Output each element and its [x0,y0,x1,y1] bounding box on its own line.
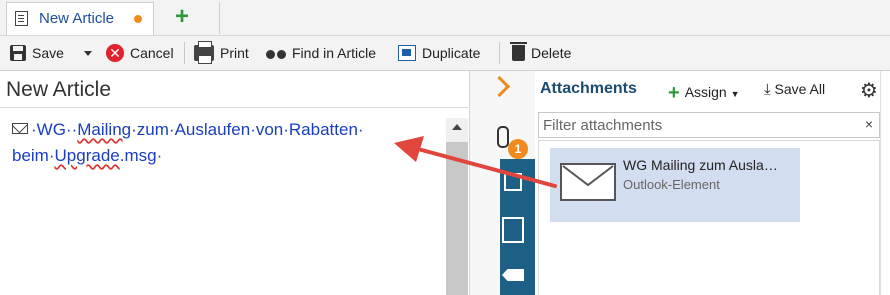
document-icon [15,11,28,26]
toolbar: Save ✕ Cancel Print Find in Article Dupl… [0,36,890,71]
attachments-header: Attachments + Assign ▼ ⤓ Save All ⚙ [534,71,890,111]
attachment-item[interactable]: WG Mailing zum Ausla… Outlook-Element [550,148,800,222]
printer-icon [194,41,214,64]
clear-icon[interactable]: × [865,116,873,132]
filter-attachments-field[interactable]: × [538,112,880,138]
attachment-name: WG Mailing zum Ausla… [623,157,778,173]
side-rail [469,71,535,295]
cancel-icon: ✕ [106,44,124,62]
save-all-label: Save All [774,81,826,97]
binoculars-icon [266,45,286,61]
save-label: Save [32,45,64,61]
article-editor[interactable]: ·WG··Mailing·zum·Auslaufen·von·Rabatten·… [0,108,446,295]
editor-scrollbar[interactable] [446,118,468,295]
rail-tool-strip [500,159,535,295]
mail-icon [12,123,28,134]
find-label: Find in Article [292,45,377,61]
find-in-article-button[interactable]: Find in Article [266,36,376,70]
delete-label: Delete [531,45,572,61]
duplicate-label: Duplicate [422,45,481,61]
toolbar-divider [499,42,500,64]
attachments-title: Attachments [540,80,637,97]
save-all-button[interactable]: ⤓ Save All [764,81,825,98]
cancel-button[interactable]: ✕ Cancel [106,36,174,70]
save-button[interactable]: Save [10,36,64,70]
image-icon[interactable] [504,173,522,191]
download-icon: ⤓ [764,81,771,98]
unsaved-indicator [134,15,142,23]
delete-button[interactable]: Delete [510,36,572,70]
duplicate-icon [398,45,416,61]
plus-icon: + [175,3,190,30]
toolbar-divider [184,42,185,64]
article-title[interactable]: New Article [0,71,468,108]
right-edge [880,71,890,295]
structure-icon[interactable] [502,217,524,243]
article-title-text: New Article [6,78,112,101]
chevron-down-icon: ▼ [730,89,740,99]
attachment-type: Outlook-Element [623,177,720,192]
tag-icon[interactable] [502,269,524,281]
duplicate-button[interactable]: Duplicate [398,36,480,70]
cancel-label: Cancel [130,45,174,61]
save-dropdown-button[interactable] [76,36,92,70]
scrollbar-thumb[interactable] [446,142,468,295]
print-button[interactable]: Print [194,36,249,70]
filter-input[interactable] [543,115,843,135]
paperclip-icon[interactable] [497,126,509,148]
editor-line-1[interactable]: ·WG··Mailing·zum·Auslaufen·von·Rabatten· [12,120,364,140]
plus-icon: + [668,82,680,104]
editor-line-2[interactable]: beim·Upgrade.msg· [12,146,162,166]
envelope-icon [560,163,616,201]
print-label: Print [220,45,249,61]
scroll-up-icon[interactable] [452,124,462,130]
gear-icon[interactable]: ⚙ [860,78,878,103]
save-icon [10,45,26,61]
assign-button[interactable]: + Assign ▼ [668,80,740,104]
tab-new-article[interactable]: New Article [6,2,154,35]
tab-bar: New Article + [0,0,890,36]
new-tab-button[interactable]: + [155,2,220,34]
attachment-count-badge: 1 [508,139,528,159]
chevron-right-icon[interactable] [488,75,511,98]
trash-icon [510,42,527,61]
chevron-down-icon [84,50,92,56]
assign-label: Assign [684,84,727,100]
tab-label: New Article [39,10,115,27]
